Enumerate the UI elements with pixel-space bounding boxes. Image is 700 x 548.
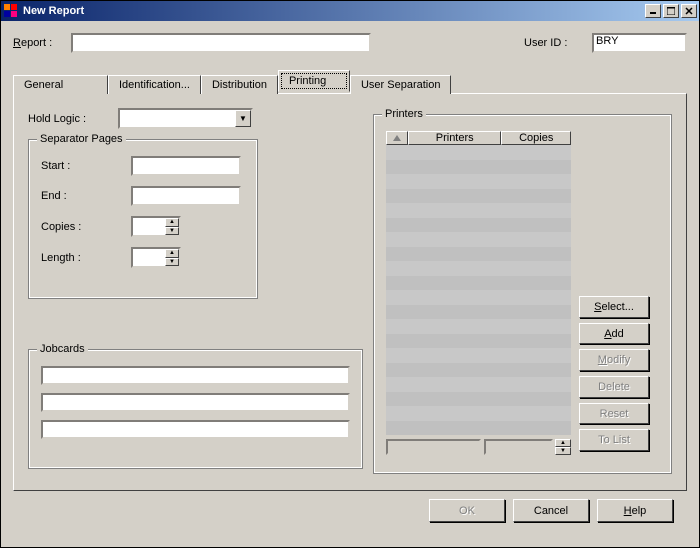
table-row	[386, 203, 571, 218]
jobcard-input-2[interactable]	[41, 393, 350, 412]
length-label: Length :	[41, 252, 131, 264]
table-body[interactable]	[386, 145, 571, 435]
spin-down-icon[interactable]: ▼	[555, 447, 571, 455]
window-controls	[643, 4, 697, 18]
printers-column-header[interactable]: Printers	[408, 131, 501, 145]
printers-legend: Printers	[382, 108, 426, 120]
sort-column-header[interactable]	[386, 131, 408, 145]
tab-panel-printing: Hold Logic : ▼ Separator Pages Start :	[13, 93, 687, 491]
table-footer: ▲ ▼	[386, 439, 571, 455]
table-row	[386, 421, 571, 436]
table-row	[386, 305, 571, 320]
table-row	[386, 261, 571, 276]
minimize-button[interactable]	[645, 4, 661, 18]
footer-printer-input[interactable]	[386, 439, 481, 455]
left-column: Hold Logic : ▼ Separator Pages Start :	[28, 108, 373, 476]
tab-identification[interactable]: Identification...	[108, 75, 201, 94]
table-row	[386, 174, 571, 189]
separator-pages-group: Separator Pages Start : End : Copies :	[28, 139, 258, 299]
hold-logic-combo[interactable]: ▼	[118, 108, 253, 129]
table-row	[386, 218, 571, 233]
copies-spinner[interactable]: ▲▼	[131, 216, 181, 237]
add-button[interactable]: Add	[579, 323, 649, 345]
printers-table: Printers Copies	[386, 131, 571, 451]
jobcard-input-3[interactable]	[41, 420, 350, 439]
table-row	[386, 406, 571, 421]
tab-user-separation[interactable]: User Separation	[350, 75, 452, 94]
userid-input[interactable]: BRY	[592, 33, 687, 53]
spin-up-icon[interactable]: ▲	[165, 218, 179, 227]
jobcard-input-1[interactable]	[41, 366, 350, 385]
table-row	[386, 290, 571, 305]
tab-distribution[interactable]: Distribution	[201, 75, 278, 94]
table-row	[386, 334, 571, 349]
window-title: New Report	[23, 5, 643, 17]
copies-column-header[interactable]: Copies	[501, 131, 571, 145]
spin-up-icon[interactable]: ▲	[165, 249, 179, 258]
hold-logic-label: Hold Logic :	[28, 113, 118, 125]
titlebar: New Report	[1, 1, 699, 21]
table-row	[386, 363, 571, 378]
table-row	[386, 319, 571, 334]
chevron-down-icon[interactable]: ▼	[235, 110, 251, 127]
close-button[interactable]	[681, 4, 697, 18]
spin-down-icon[interactable]: ▼	[165, 227, 179, 236]
table-header: Printers Copies	[386, 131, 571, 145]
end-label: End :	[41, 190, 131, 202]
table-row	[386, 145, 571, 160]
table-row	[386, 247, 571, 262]
tab-general[interactable]: General	[13, 75, 108, 94]
table-row	[386, 160, 571, 175]
tab-strip: General Identification... Distribution P…	[13, 71, 687, 93]
tab-printing[interactable]: Printing	[278, 70, 350, 92]
end-input[interactable]	[131, 186, 241, 206]
table-row	[386, 189, 571, 204]
right-column: Printers Printers Copies	[373, 108, 672, 476]
copies-label: Copies :	[41, 221, 131, 233]
start-label: Start :	[41, 160, 131, 172]
table-row	[386, 377, 571, 392]
bottom-buttons: OK Cancel Help	[13, 491, 687, 522]
length-spinner[interactable]: ▲▼	[131, 247, 181, 268]
spin-down-icon[interactable]: ▼	[165, 258, 179, 267]
maximize-button[interactable]	[663, 4, 679, 18]
select-button[interactable]: Select...	[579, 296, 649, 318]
separator-pages-legend: Separator Pages	[37, 133, 126, 145]
footer-copies-input[interactable]	[484, 439, 553, 455]
table-row	[386, 276, 571, 291]
spin-up-icon[interactable]: ▲	[555, 439, 571, 447]
modify-button[interactable]: Modify	[579, 349, 649, 371]
client-area: Report : User ID : BRY General Identific…	[1, 21, 699, 547]
printers-group: Printers Printers Copies	[373, 114, 672, 474]
jobcards-group: Jobcards	[28, 349, 363, 469]
table-row	[386, 232, 571, 247]
report-input[interactable]	[71, 33, 371, 53]
help-button[interactable]: Help	[597, 499, 673, 522]
app-icon	[3, 3, 19, 19]
ok-button[interactable]: OK	[429, 499, 505, 522]
start-input[interactable]	[131, 156, 241, 176]
report-label: Report :	[13, 37, 63, 49]
table-row	[386, 348, 571, 363]
cancel-button[interactable]: Cancel	[513, 499, 589, 522]
printers-side-buttons: Select... Add Modify Delete Reset To Lis…	[579, 296, 649, 451]
window: New Report Report : User ID : BRY Genera…	[0, 0, 700, 548]
delete-button[interactable]: Delete	[579, 376, 649, 398]
tolist-button[interactable]: To List	[579, 429, 649, 451]
jobcards-legend: Jobcards	[37, 343, 88, 355]
reset-button[interactable]: Reset	[579, 403, 649, 425]
userid-label: User ID :	[524, 37, 584, 49]
table-row	[386, 392, 571, 407]
